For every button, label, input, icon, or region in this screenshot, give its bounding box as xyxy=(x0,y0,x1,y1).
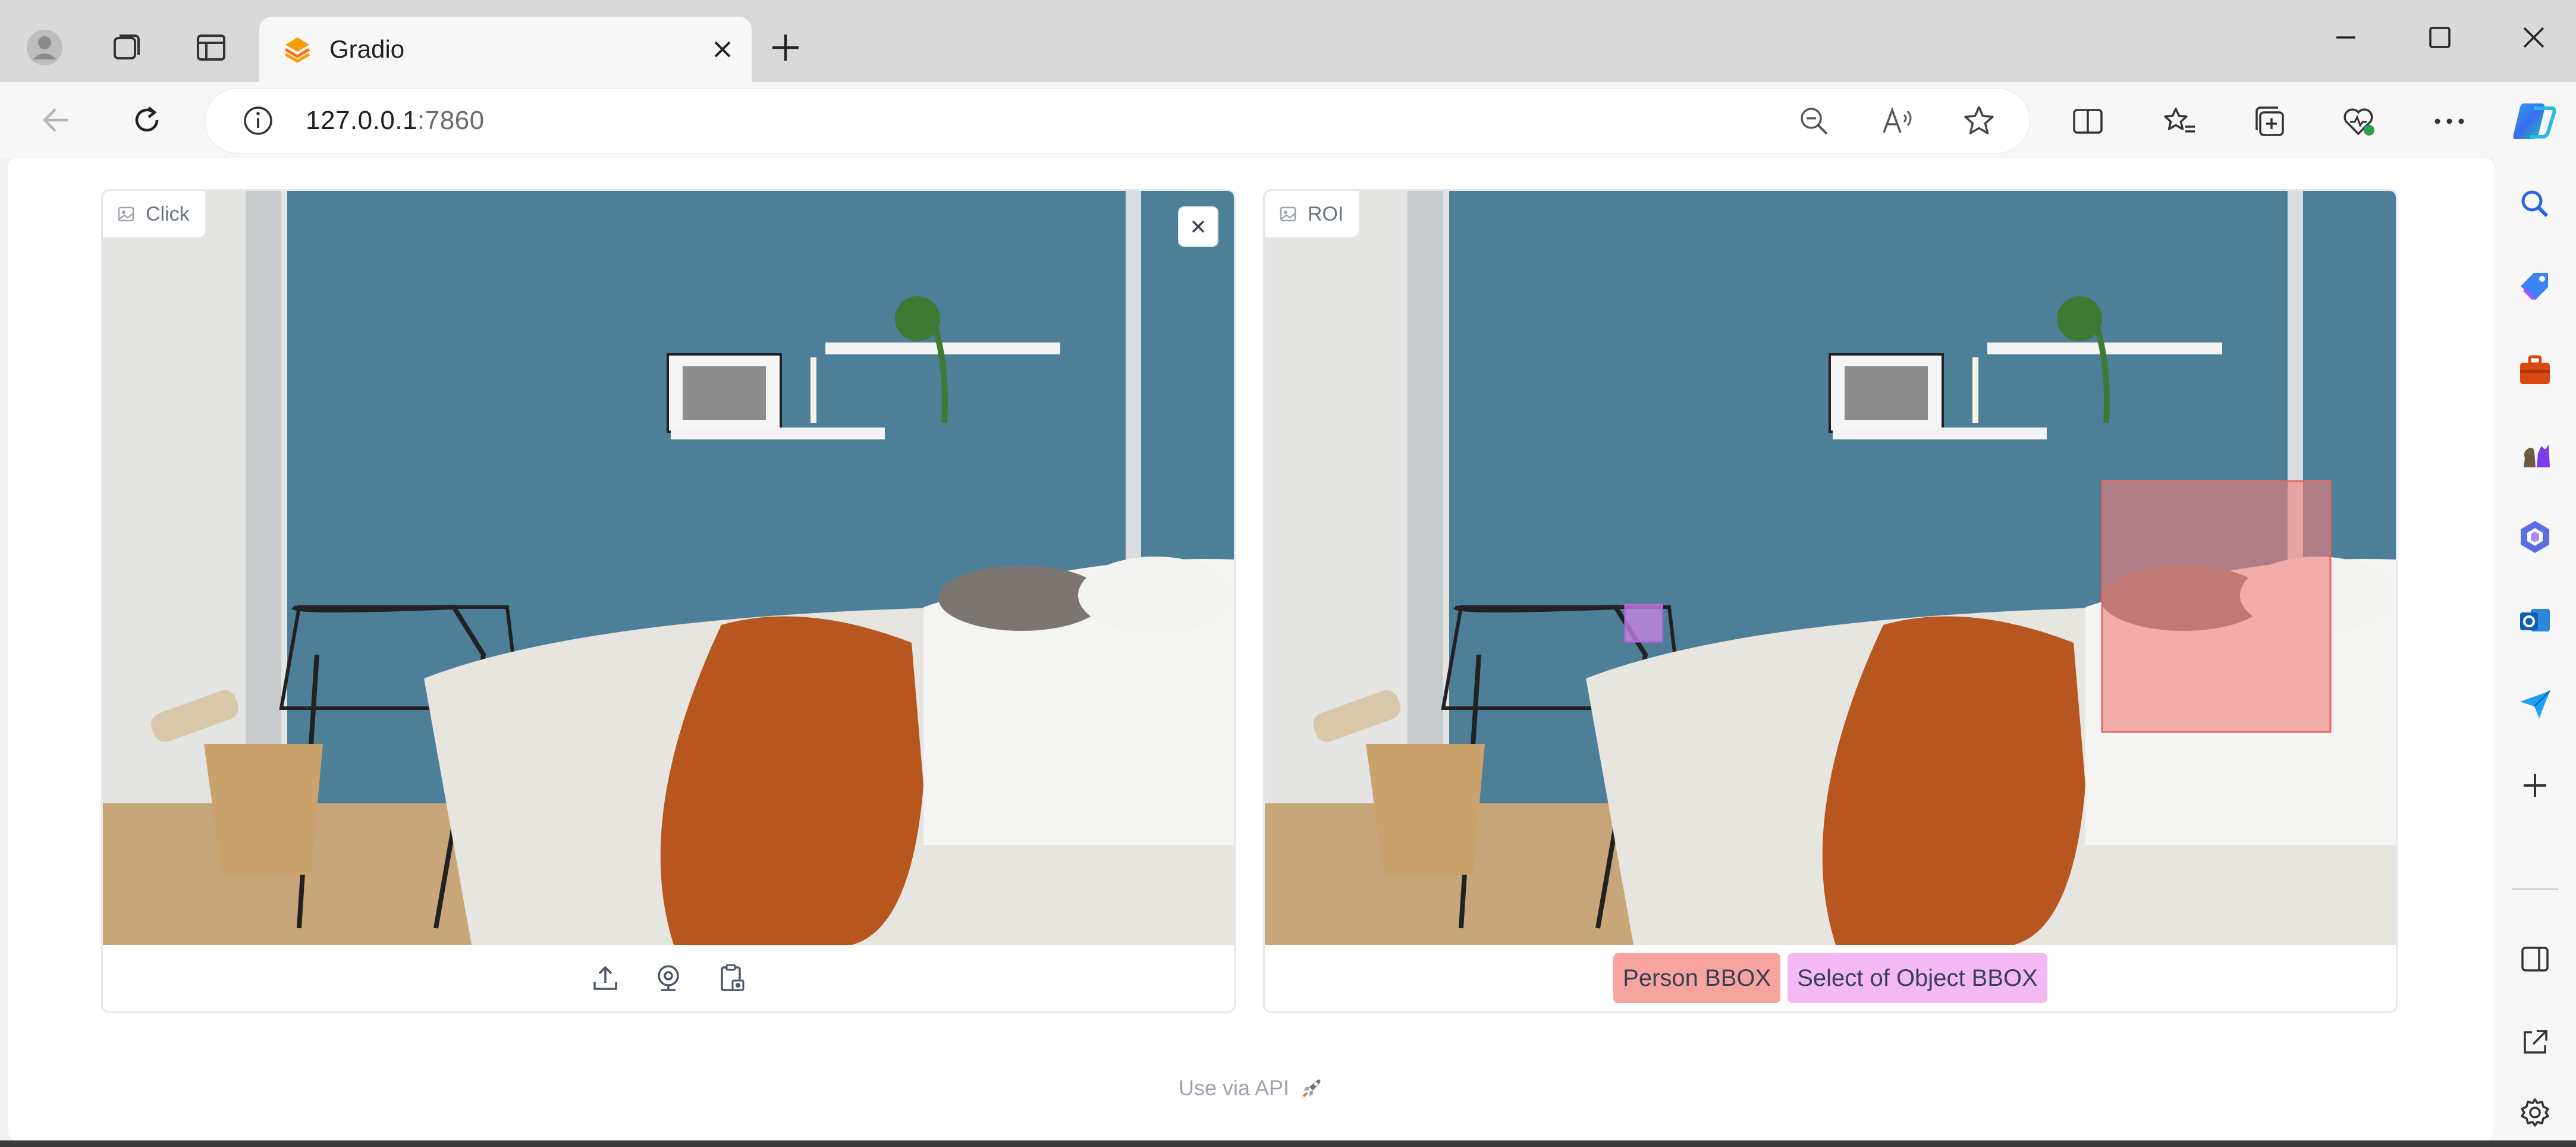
object-bbox-overlay xyxy=(1624,604,1663,643)
tab-title: Gradio xyxy=(329,35,405,63)
roi-image-label: ROI xyxy=(1265,191,1361,238)
more-options-icon[interactable] xyxy=(2423,96,2476,146)
tab-close-icon[interactable] xyxy=(708,34,737,64)
browser-tab-bar: Gradio xyxy=(0,0,2576,82)
image-icon xyxy=(118,206,134,222)
active-tab[interactable]: Gradio xyxy=(259,17,752,82)
sidebar-outlook-icon[interactable] xyxy=(2508,593,2562,647)
taskbar-edge xyxy=(0,1140,2576,1147)
legend-person-bbox-label: Person BBOX xyxy=(1623,964,1771,991)
roi-image xyxy=(1265,191,2396,945)
workspaces-button[interactable] xyxy=(100,24,153,71)
clear-image-button[interactable] xyxy=(1178,206,1218,247)
vertical-tabs-button[interactable] xyxy=(184,24,238,71)
legend-object-bbox[interactable]: Select of Object BBOX xyxy=(1788,953,2047,1003)
profile-button[interactable] xyxy=(18,24,71,71)
page-viewport: Click ROI Person BBOX Select of Object B… xyxy=(8,158,2494,1140)
address-bar[interactable]: 127.0.0.1:7860 xyxy=(205,88,2030,153)
sidebar-games-icon[interactable] xyxy=(2508,427,2562,480)
click-label-text: Click xyxy=(146,202,190,225)
minimize-icon xyxy=(2336,36,2355,39)
close-icon xyxy=(2523,27,2544,48)
sidebar-hide-icon[interactable] xyxy=(2508,932,2562,986)
back-button[interactable] xyxy=(30,95,83,145)
roi-image-panel: ROI Person BBOX Select of Object BBOX xyxy=(1263,189,2398,1013)
back-arrow-icon xyxy=(42,108,68,132)
sidebar-divider xyxy=(2512,888,2558,890)
close-icon xyxy=(1192,220,1205,233)
sidebar-settings-icon[interactable] xyxy=(2508,1086,2562,1139)
annotated-bedroom-photo xyxy=(1265,191,2396,945)
clipboard-source-button[interactable] xyxy=(712,959,750,997)
sidebar-microsoft365-icon[interactable] xyxy=(2508,510,2562,564)
favorite-star-icon[interactable] xyxy=(1955,98,2003,144)
page-footer: Use via API xyxy=(8,1064,2494,1112)
roi-label-text: ROI xyxy=(1308,202,1344,225)
read-aloud-icon[interactable] xyxy=(1873,98,1921,144)
use-via-api-link[interactable]: Use via API xyxy=(1179,1076,1289,1101)
url-host: 127.0.0.1 xyxy=(306,106,417,135)
copilot-icon[interactable] xyxy=(2507,96,2561,146)
sidebar-open-external-icon[interactable] xyxy=(2508,1016,2562,1069)
collections-icon[interactable] xyxy=(2243,96,2297,146)
webcam-icon xyxy=(658,965,679,991)
person-bbox-overlay xyxy=(2101,480,2332,733)
site-info-icon[interactable] xyxy=(234,98,282,144)
image-icon xyxy=(1280,206,1296,222)
upload-icon xyxy=(593,966,617,990)
rocket-icon xyxy=(1302,1079,1321,1098)
reload-icon xyxy=(135,106,159,132)
reload-button[interactable] xyxy=(120,95,174,145)
close-window-button[interactable] xyxy=(2501,11,2566,64)
image-source-selector xyxy=(103,945,1234,1011)
sidebar-add-icon[interactable] xyxy=(2508,759,2562,812)
url-port: :7860 xyxy=(417,106,485,135)
click-image-label: Click xyxy=(103,191,206,238)
click-image[interactable] xyxy=(103,191,1234,945)
gradio-logo-icon xyxy=(282,34,313,65)
clipboard-icon xyxy=(721,964,744,991)
plus-icon xyxy=(772,34,799,61)
zoom-out-icon[interactable] xyxy=(1790,98,1837,144)
url-text: 127.0.0.1:7860 xyxy=(306,106,485,136)
sidebar-search-icon[interactable] xyxy=(2508,177,2562,231)
minimize-button[interactable] xyxy=(2313,11,2379,64)
sidebar-tools-icon[interactable] xyxy=(2508,344,2562,397)
profile-icon xyxy=(27,30,62,65)
favorites-icon[interactable] xyxy=(2153,96,2206,146)
maximize-button[interactable] xyxy=(2407,11,2473,64)
workspaces-icon xyxy=(114,34,140,59)
new-tab-button[interactable] xyxy=(759,24,812,71)
edge-sidebar xyxy=(2494,158,2576,1147)
browser-essentials-icon[interactable] xyxy=(2332,96,2386,146)
legend-object-bbox-label: Select of Object BBOX xyxy=(1797,964,2038,991)
annotation-legend: Person BBOX Select of Object BBOX xyxy=(1265,945,2396,1011)
bedroom-photo xyxy=(103,191,1234,945)
webcam-source-button[interactable] xyxy=(649,959,687,997)
legend-person-bbox[interactable]: Person BBOX xyxy=(1613,953,1781,1003)
sidebar-shopping-icon[interactable] xyxy=(2508,260,2562,314)
tab-actions-icon xyxy=(197,34,225,61)
sidebar-send-icon[interactable] xyxy=(2508,677,2562,730)
click-image-panel: Click xyxy=(101,189,1236,1013)
maximize-icon xyxy=(2429,27,2451,48)
split-screen-icon[interactable] xyxy=(2061,96,2115,146)
upload-source-button[interactable] xyxy=(586,959,624,997)
